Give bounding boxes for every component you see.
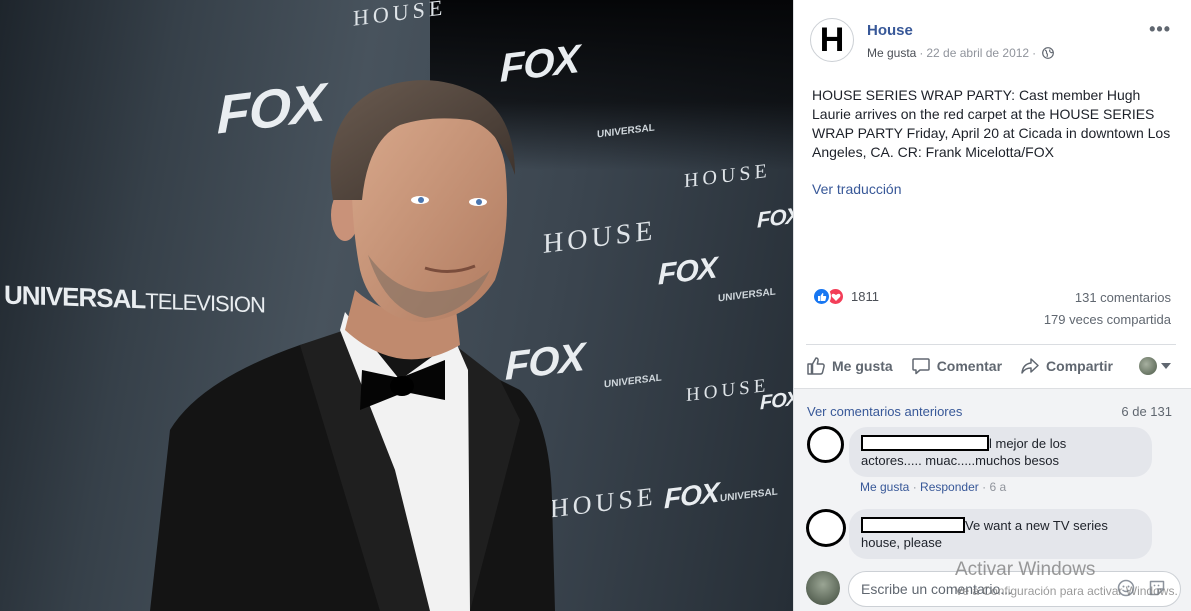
comment-icon: [911, 357, 930, 374]
globe-icon: [1042, 47, 1055, 59]
comments-count-link[interactable]: 131 comentarios: [1075, 290, 1171, 305]
see-translation-link[interactable]: Ver traducción: [812, 181, 902, 197]
comment-reply-link[interactable]: Responder: [920, 480, 979, 494]
post-text: HOUSE SERIES WRAP PARTY: Cast member Hug…: [812, 87, 1171, 160]
comments-section: Ver comentarios anteriores 6 de 131 l me…: [794, 388, 1191, 611]
meta-separator: ·: [919, 46, 924, 60]
reaction-count: 1811: [851, 289, 879, 304]
audience-avatar: [1138, 356, 1157, 375]
man-in-tuxedo-figure: [150, 80, 555, 611]
post-panel: H House Me gusta · 22 de abril de 2012 ·…: [793, 0, 1191, 611]
redacted-name: [861, 517, 965, 533]
comment-button-label: Comentar: [936, 357, 1003, 374]
share-button[interactable]: Compartir: [1020, 356, 1113, 376]
commenter-avatar[interactable]: [806, 509, 846, 547]
comment-text: l mejor de los: [989, 436, 1067, 451]
post-actions-bar: Me gusta Comentar Compartir: [806, 344, 1176, 386]
thumbs-up-icon: [807, 356, 825, 375]
page-like-link[interactable]: Me gusta: [867, 46, 916, 60]
audience-selector[interactable]: [1138, 356, 1171, 375]
commenter-avatar[interactable]: [807, 426, 844, 463]
post-meta: Me gusta · 22 de abril de 2012 ·: [867, 46, 1055, 60]
sticker-icon[interactable]: [1148, 579, 1166, 597]
like-button[interactable]: Me gusta: [806, 356, 893, 376]
comment-text: Ve want a new TV series: [965, 518, 1108, 533]
current-user-avatar: [806, 571, 840, 605]
comment-text: actores..... muac.....muchos besos: [861, 453, 1059, 468]
comment-text: house, please: [861, 535, 942, 550]
share-button-label: Compartir: [1046, 357, 1113, 374]
comment-bubble: Ve want a new TV series house, please: [849, 509, 1152, 559]
comment-like-link[interactable]: Me gusta: [860, 480, 909, 494]
emoji-icon[interactable]: [1117, 579, 1135, 597]
comment-actions: Me gusta · Responder · 6 a: [860, 480, 1007, 494]
reactions-summary[interactable]: 1811: [812, 287, 879, 306]
comment-button[interactable]: Comentar: [911, 356, 1002, 376]
like-reaction-icon: [812, 287, 831, 306]
comment-bubble: l mejor de los actores..... muac.....muc…: [849, 427, 1152, 477]
redacted-name: [861, 435, 989, 451]
like-button-label: Me gusta: [832, 357, 893, 374]
more-options-icon[interactable]: •••: [1149, 19, 1171, 40]
page-name-link[interactable]: House: [867, 22, 913, 39]
post-photo[interactable]: FOX FOX FOX FOX FOX FOX FOX HOUSE HOUSE …: [0, 0, 793, 611]
comment-composer: [794, 564, 1191, 611]
chevron-down-icon: [1160, 362, 1171, 369]
view-previous-comments-link[interactable]: Ver comentarios anteriores: [807, 404, 962, 419]
shares-count-link[interactable]: 179 veces compartida: [1044, 312, 1171, 327]
page-avatar[interactable]: H: [810, 18, 854, 62]
post-date[interactable]: 22 de abril de 2012: [926, 46, 1029, 60]
comment-age[interactable]: 6 a: [989, 480, 1006, 494]
comments-pagination: 6 de 131: [1121, 404, 1172, 419]
share-arrow-icon: [1021, 357, 1039, 374]
meta-separator: ·: [1032, 46, 1037, 60]
